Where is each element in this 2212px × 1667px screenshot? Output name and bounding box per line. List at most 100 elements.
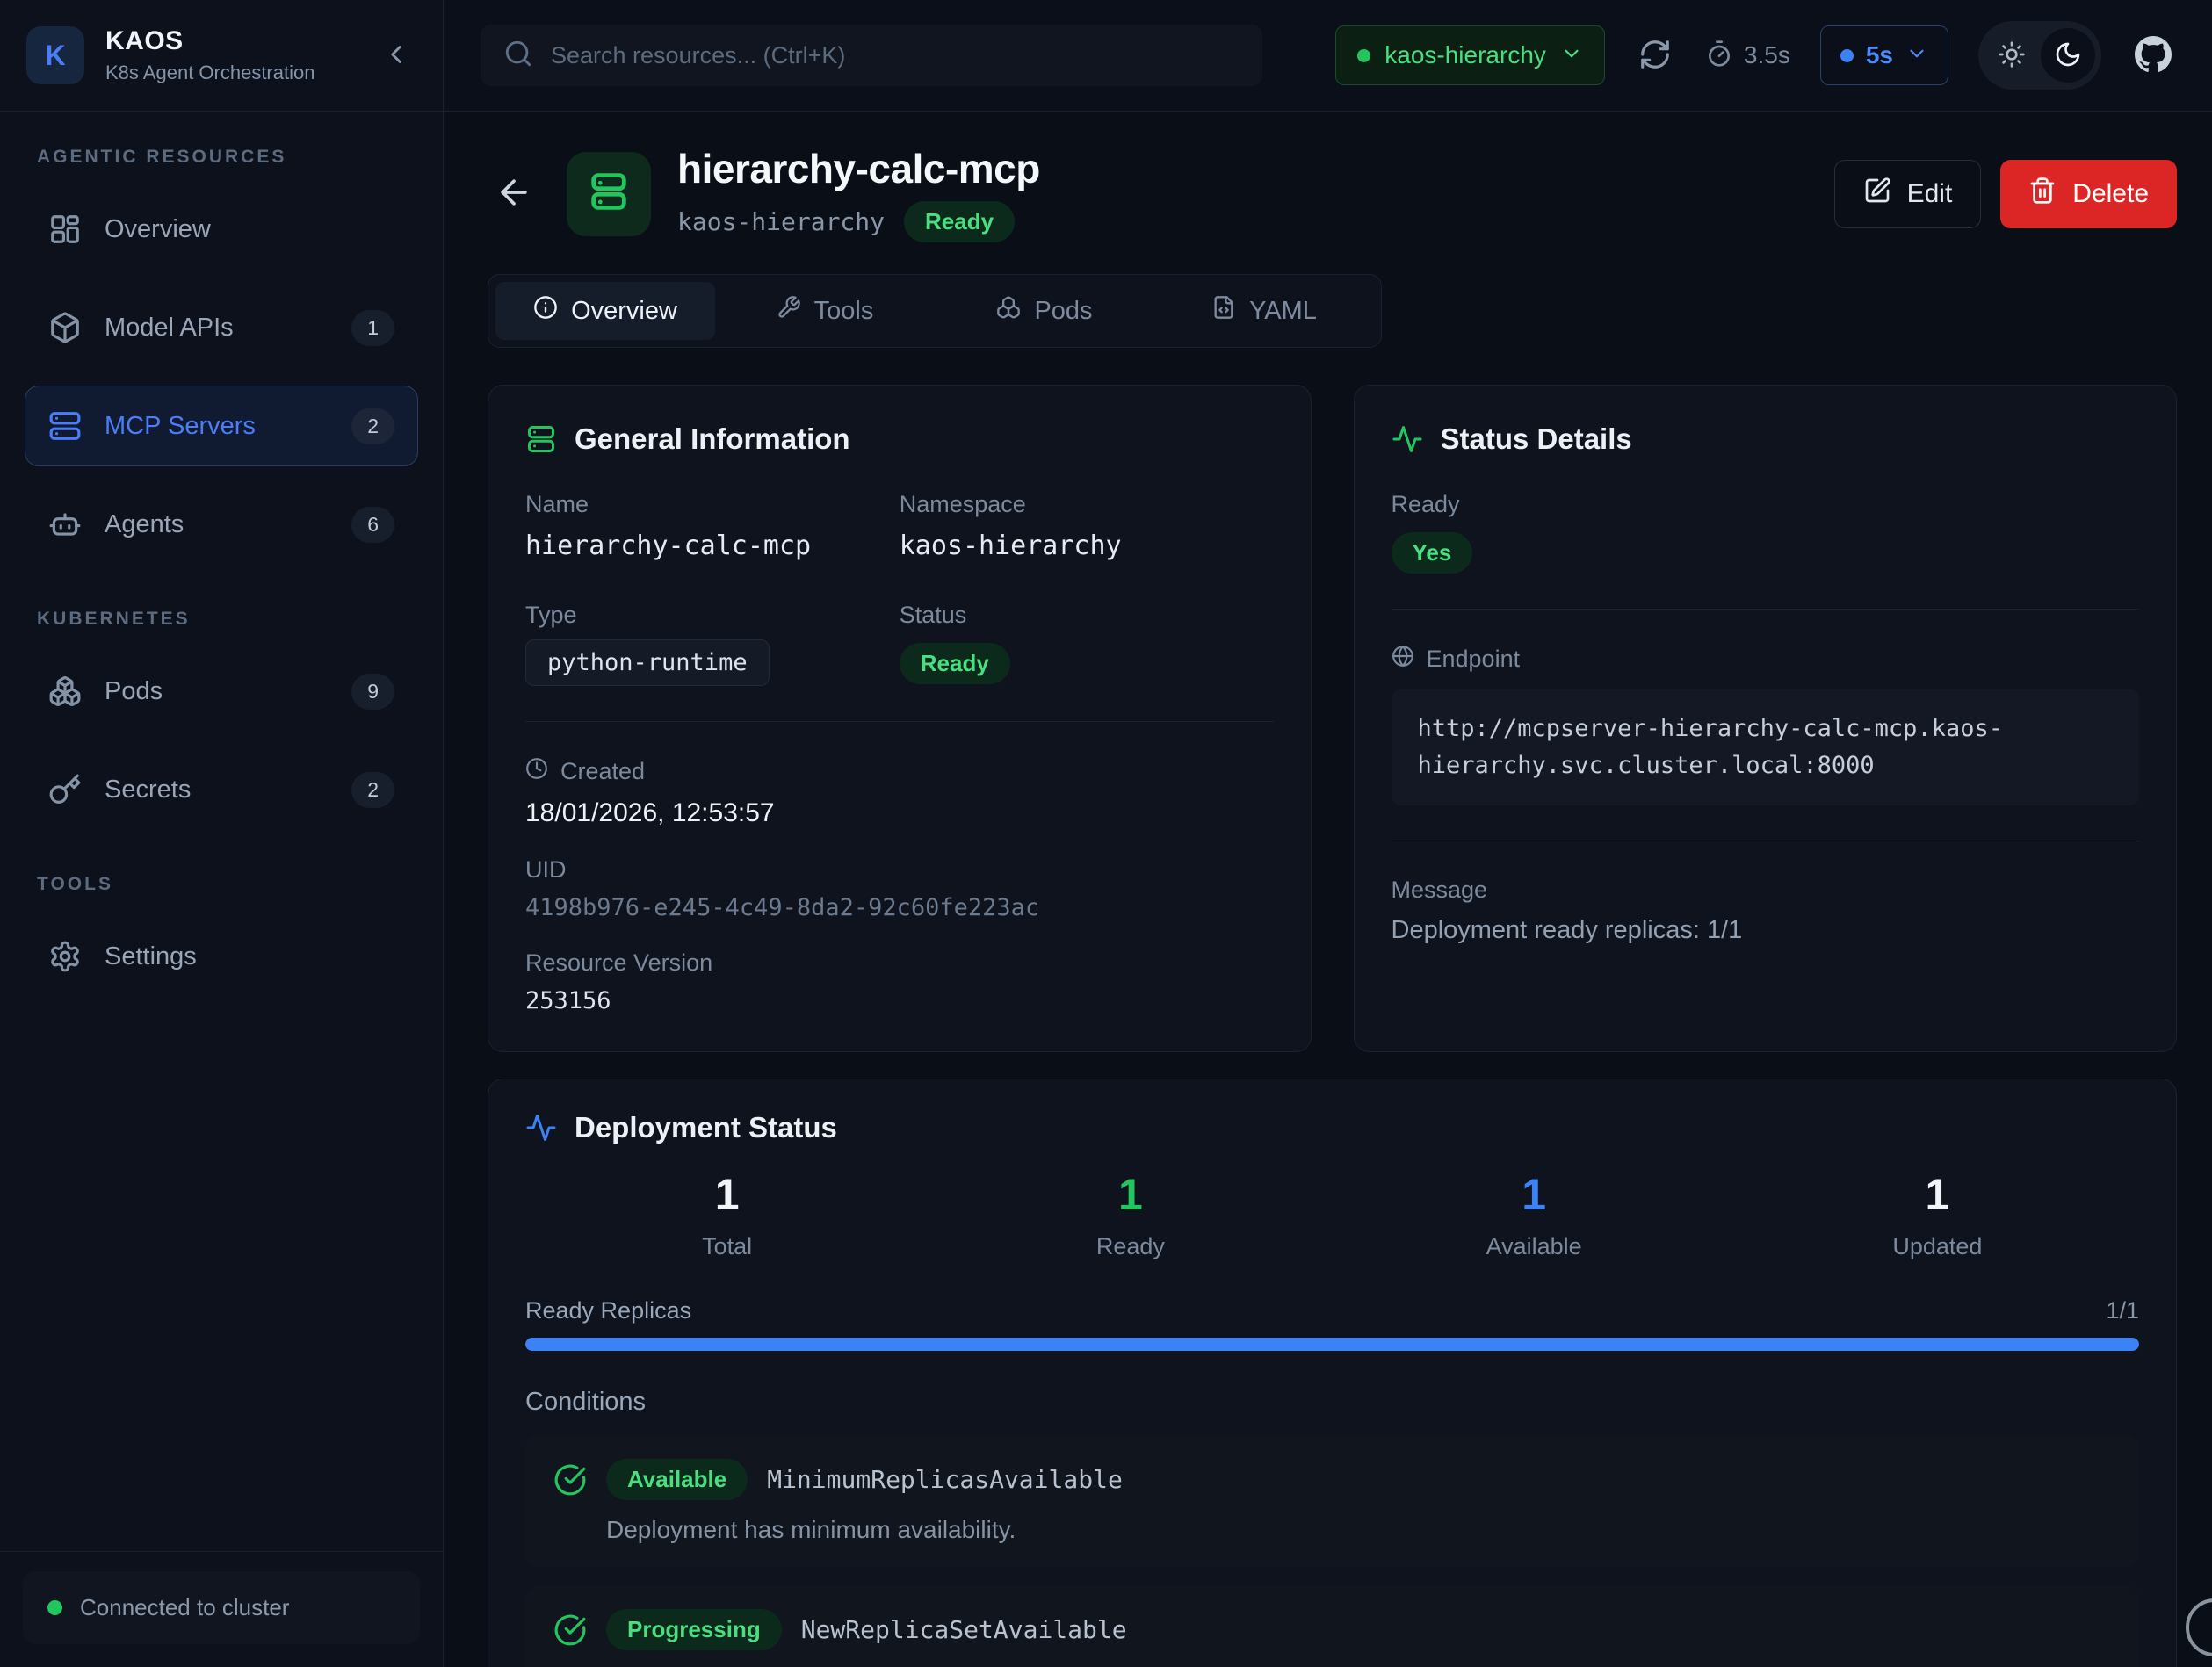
sidebar-item-mcp-servers[interactable]: MCP Servers 2 bbox=[25, 386, 418, 466]
tab-pods[interactable]: Pods bbox=[935, 282, 1154, 340]
field-value: kaos-hierarchy bbox=[900, 530, 1274, 561]
sidebar-item-label: MCP Servers bbox=[105, 412, 329, 441]
github-link[interactable] bbox=[2131, 32, 2175, 79]
activity-pulse-icon bbox=[1392, 423, 1423, 455]
ready-replicas-label: Ready Replicas bbox=[525, 1297, 691, 1324]
refresh-interval-selector[interactable]: 5s bbox=[1820, 25, 1948, 85]
stat-label: Updated bbox=[1736, 1233, 2139, 1260]
condition-type-badge: Available bbox=[606, 1459, 748, 1500]
github-icon bbox=[2135, 36, 2172, 76]
connected-dot-icon bbox=[47, 1600, 62, 1615]
field-created: Created 18/01/2026, 12:53:57 bbox=[525, 757, 1274, 828]
sidebar-item-agents[interactable]: Agents 6 bbox=[25, 484, 418, 565]
sidebar-item-pods[interactable]: Pods 9 bbox=[25, 651, 418, 732]
deployment-stats-row: 1 Total 1 Ready 1 Available 1 Updated bbox=[525, 1171, 2139, 1260]
type-badge: python-runtime bbox=[525, 639, 770, 686]
tabbar: Overview Tools Pods YAML bbox=[488, 274, 1382, 348]
field-name: Name hierarchy-calc-mcp bbox=[525, 491, 900, 561]
message-text: Deployment ready replicas: 1/1 bbox=[1392, 916, 2140, 945]
cards-row: General Information Name hierarchy-calc-… bbox=[488, 385, 2177, 1052]
field-type: Type python-runtime bbox=[525, 602, 900, 686]
stat-value: 1 bbox=[1736, 1171, 2139, 1219]
status-pill-wrap: Ready bbox=[900, 643, 1274, 684]
file-code-icon bbox=[1211, 295, 1236, 327]
field-label-row: Endpoint bbox=[1392, 645, 2140, 674]
refresh-button[interactable] bbox=[1635, 34, 1675, 77]
light-theme-button[interactable] bbox=[1984, 28, 2039, 83]
field-status: Status Ready bbox=[900, 602, 1274, 686]
tab-overview[interactable]: Overview bbox=[495, 282, 715, 340]
resource-icon-tile bbox=[567, 152, 651, 236]
field-label: Resource Version bbox=[525, 949, 1274, 977]
condition-top: Progressing NewReplicaSetAvailable bbox=[553, 1609, 2111, 1650]
field-label: Name bbox=[525, 491, 900, 518]
sidebar-collapse-button[interactable] bbox=[376, 34, 416, 77]
connection-status-text: Connected to cluster bbox=[80, 1594, 289, 1621]
stat-label: Available bbox=[1333, 1233, 1736, 1260]
field-message: Message Deployment ready replicas: 1/1 bbox=[1392, 877, 2140, 945]
card-heading-text: Status Details bbox=[1441, 422, 1632, 456]
uid-value: 4198b976-e245-4c49-8da2-92c60fe223ac bbox=[525, 894, 1274, 921]
app-logo-letter: K bbox=[45, 40, 65, 72]
refresh-icon bbox=[1638, 38, 1672, 74]
title-block: hierarchy-calc-mcp kaos-hierarchy Ready bbox=[677, 145, 1040, 242]
search-input[interactable] bbox=[551, 42, 1240, 69]
app-logo: K bbox=[26, 26, 84, 84]
tab-yaml[interactable]: YAML bbox=[1154, 282, 1374, 340]
page-header: hierarchy-calc-mcp kaos-hierarchy Ready … bbox=[488, 145, 2177, 242]
sidebar-item-settings[interactable]: Settings bbox=[25, 916, 418, 997]
trash-icon bbox=[2028, 177, 2057, 212]
card-heading: General Information bbox=[525, 422, 1274, 456]
stat-label: Total bbox=[525, 1233, 929, 1260]
field-value: hierarchy-calc-mcp bbox=[525, 530, 900, 561]
server-icon bbox=[48, 409, 82, 443]
sidebar-item-label: Agents bbox=[105, 510, 329, 539]
globe-icon bbox=[1392, 645, 1414, 674]
divider bbox=[525, 721, 1274, 722]
refresh-duration-text: 3.5s bbox=[1744, 41, 1790, 69]
field-label: UID bbox=[525, 856, 1274, 884]
ready-replicas-progress-fill bbox=[525, 1338, 2139, 1351]
namespace-selector-label: kaos-hierarchy bbox=[1384, 41, 1546, 69]
server-icon bbox=[525, 423, 557, 455]
sidebar: K KAOS K8s Agent Orchestration AGENTIC R… bbox=[0, 0, 444, 1667]
sidebar-item-label: Settings bbox=[105, 942, 394, 971]
sidebar-item-model-apis[interactable]: Model APIs 1 bbox=[25, 287, 418, 368]
field-label: Created bbox=[560, 758, 645, 785]
delete-button[interactable]: Delete bbox=[2000, 160, 2177, 228]
stat-value: 1 bbox=[929, 1171, 1332, 1219]
field-resource-version: Resource Version 253156 bbox=[525, 949, 1274, 1014]
field-uid: UID 4198b976-e245-4c49-8da2-92c60fe223ac bbox=[525, 856, 1274, 921]
edit-pencil-icon bbox=[1863, 177, 1891, 212]
server-icon bbox=[586, 169, 632, 219]
namespace-selector[interactable]: kaos-hierarchy bbox=[1335, 25, 1605, 85]
condition-top: Available MinimumReplicasAvailable bbox=[553, 1459, 2111, 1500]
sidebar-item-overview[interactable]: Overview bbox=[25, 189, 418, 270]
back-button[interactable] bbox=[488, 166, 540, 221]
sidebar-footer: Connected to cluster bbox=[0, 1551, 443, 1667]
ready-replicas-value: 1/1 bbox=[2106, 1297, 2139, 1324]
tab-tools[interactable]: Tools bbox=[715, 282, 935, 340]
app-titles: KAOS K8s Agent Orchestration bbox=[105, 26, 355, 84]
field-label: Ready bbox=[1392, 491, 2140, 518]
stat-total: 1 Total bbox=[525, 1171, 929, 1260]
edit-button-label: Edit bbox=[1907, 179, 1953, 209]
general-information-card: General Information Name hierarchy-calc-… bbox=[488, 385, 1312, 1052]
edit-button[interactable]: Edit bbox=[1834, 160, 1982, 228]
ready-replicas-progress-track bbox=[525, 1338, 2139, 1351]
field-label-row: Created bbox=[525, 757, 1274, 786]
tab-label: YAML bbox=[1249, 297, 1317, 326]
search-box[interactable] bbox=[481, 25, 1262, 86]
topbar: kaos-hierarchy 3.5s 5s bbox=[444, 0, 2212, 112]
field-label: Message bbox=[1392, 877, 2140, 904]
condition-reason: NewReplicaSetAvailable bbox=[801, 1615, 1127, 1644]
created-value: 18/01/2026, 12:53:57 bbox=[525, 798, 1274, 828]
condition-type-badge: Progressing bbox=[606, 1609, 782, 1650]
card-heading-text: Deployment Status bbox=[575, 1111, 837, 1144]
condition-message: Deployment has minimum availability. bbox=[606, 1516, 2111, 1544]
dark-theme-button[interactable] bbox=[2041, 28, 2095, 83]
boxes-icon bbox=[48, 675, 82, 708]
sidebar-item-secrets[interactable]: Secrets 2 bbox=[25, 749, 418, 830]
chevron-left-icon bbox=[381, 40, 411, 72]
sidebar-header: K KAOS K8s Agent Orchestration bbox=[0, 0, 443, 112]
